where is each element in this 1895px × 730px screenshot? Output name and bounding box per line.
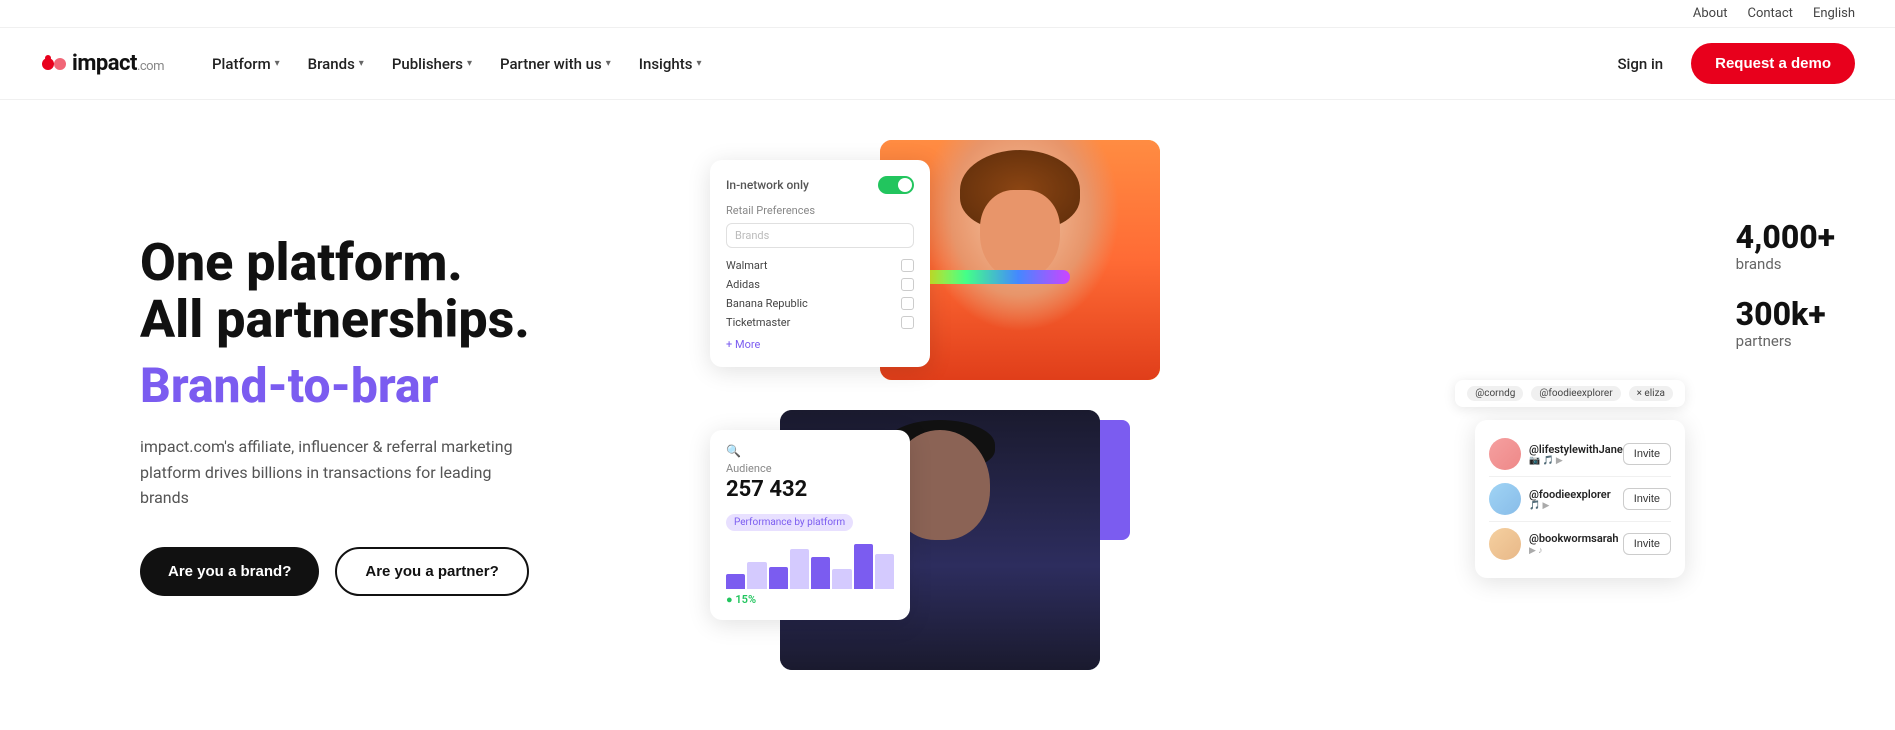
performance-badge: Performance by platform — [726, 514, 853, 531]
nav-publishers[interactable]: Publishers ▾ — [380, 47, 484, 81]
partner-chevron-icon: ▾ — [606, 58, 611, 69]
social-icons-3: ▶ ♪ — [1529, 545, 1623, 556]
chart-bar-1 — [726, 574, 745, 589]
analytics-card: 🔍 Audience 257 432 Performance by platfo… — [710, 430, 910, 620]
social-icons-2: 🎵 ▶ — [1529, 501, 1623, 511]
partners-number: 300k+ — [1736, 297, 1835, 332]
nav-brands[interactable]: Brands ▾ — [296, 47, 376, 81]
avatar-2 — [1489, 483, 1521, 515]
request-demo-button[interactable]: Request a demo — [1691, 43, 1855, 84]
stat-brands: 4,000+ brands — [1736, 220, 1835, 273]
retail-card-header: In-network only — [726, 176, 914, 194]
nav-platform[interactable]: Platform ▾ — [200, 47, 292, 81]
social-icons-1: 📷 🎵 ▶ — [1529, 456, 1623, 466]
top-bar: About Contact English — [0, 0, 1895, 28]
sign-in-button[interactable]: Sign in — [1605, 47, 1675, 81]
stat-partners: 300k+ partners — [1736, 297, 1835, 350]
network-toggle[interactable] — [878, 176, 914, 194]
stats-panel: 4,000+ brands 300k+ partners — [1736, 220, 1835, 350]
invite-button-3[interactable]: Invite — [1623, 533, 1671, 555]
social-tags-bar: @corndg @foodieexplorer × eliza — [1455, 380, 1685, 407]
social-name-1: @lifestylewithJane — [1529, 443, 1623, 456]
social-row-3: @bookwormsarah ▶ ♪ Invite — [1489, 522, 1671, 566]
social-row-2: @foodieexplorer 🎵 ▶ Invite — [1489, 477, 1671, 522]
chart-bar-6 — [832, 569, 851, 589]
retail-row-ticketmaster: Ticketmaster — [726, 313, 914, 332]
social-info-1: @lifestylewithJane 📷 🎵 ▶ — [1529, 443, 1623, 466]
chart-bar-5 — [811, 557, 830, 590]
analytics-percent: ● 15% — [726, 593, 894, 606]
publishers-chevron-icon: ▾ — [467, 58, 472, 69]
hero-section: One platform. All partnerships. Brand-to… — [0, 100, 1895, 730]
search-icon: 🔍 — [726, 444, 894, 458]
social-tag-2[interactable]: @foodieexplorer — [1531, 386, 1620, 401]
retail-row-adidas: Adidas — [726, 275, 914, 294]
audience-number: 257 432 — [726, 477, 894, 502]
chart-bar-7 — [854, 544, 873, 589]
retail-row-banana: Banana Republic — [726, 294, 914, 313]
banana-checkbox[interactable] — [901, 297, 914, 310]
social-tag-3[interactable]: × eliza — [1629, 386, 1673, 401]
avatar-3 — [1489, 528, 1521, 560]
brands-label: brands — [1736, 255, 1835, 273]
walmart-checkbox[interactable] — [901, 259, 914, 272]
nav-right: Sign in Request a demo — [1605, 43, 1855, 84]
social-name-3: @bookwormsarah — [1529, 532, 1623, 545]
topbar-language[interactable]: English — [1813, 6, 1855, 21]
partner-button[interactable]: Are you a partner? — [335, 547, 528, 596]
invite-button-1[interactable]: Invite — [1623, 443, 1671, 465]
social-info-2: @foodieexplorer 🎵 ▶ — [1529, 488, 1623, 511]
topbar-about[interactable]: About — [1693, 6, 1728, 21]
social-name-2: @foodieexplorer — [1529, 488, 1623, 501]
hero-description: impact.com's affiliate, influencer & ref… — [140, 434, 520, 511]
retail-toggle-label: In-network only — [726, 178, 809, 192]
brand-button[interactable]: Are you a brand? — [140, 547, 319, 596]
ticketmaster-checkbox[interactable] — [901, 316, 914, 329]
audience-label: Audience — [726, 462, 894, 475]
chart-bar-2 — [747, 562, 766, 590]
nav-insights[interactable]: Insights ▾ — [627, 47, 714, 81]
avatar-1 — [1489, 438, 1521, 470]
brands-input[interactable]: Brands — [726, 223, 914, 248]
logo-text: impact.com — [72, 53, 164, 75]
hero-left: One platform. All partnerships. Brand-to… — [140, 234, 640, 596]
hero-right: 4,000+ brands 300k+ partners In-network … — [680, 140, 1855, 690]
woman-face — [980, 190, 1060, 280]
hero-title: One platform. All partnerships. — [140, 234, 640, 348]
nav-items: Platform ▾ Brands ▾ Publishers ▾ Partner… — [200, 47, 1605, 81]
chart-bar-3 — [769, 567, 788, 590]
hero-buttons: Are you a brand? Are you a partner? — [140, 547, 640, 596]
nav-partner[interactable]: Partner with us ▾ — [488, 47, 623, 81]
navbar: impact.com Platform ▾ Brands ▾ Publisher… — [0, 28, 1895, 100]
invite-button-2[interactable]: Invite — [1623, 488, 1671, 510]
chart-bar-8 — [875, 554, 894, 589]
adidas-checkbox[interactable] — [901, 278, 914, 291]
retail-card: In-network only Retail Preferences Brand… — [710, 160, 930, 367]
retail-row-walmart: Walmart — [726, 256, 914, 275]
social-invite-card: @lifestylewithJane 📷 🎵 ▶ Invite @foodiee… — [1475, 420, 1685, 578]
social-info-3: @bookwormsarah ▶ ♪ — [1529, 532, 1623, 556]
social-tag-1[interactable]: @corndg — [1467, 386, 1523, 401]
brands-chevron-icon: ▾ — [359, 58, 364, 69]
insights-chevron-icon: ▾ — [696, 58, 701, 69]
retail-more-link[interactable]: + More — [726, 338, 914, 351]
platform-chevron-icon: ▾ — [275, 58, 280, 69]
analytics-chart — [726, 539, 894, 589]
hero-animated-text: Brand-to-brar — [140, 357, 640, 415]
social-row-1: @lifestylewithJane 📷 🎵 ▶ Invite — [1489, 432, 1671, 477]
brands-number: 4,000+ — [1736, 220, 1835, 255]
topbar-contact[interactable]: Contact — [1748, 6, 1793, 21]
partners-label: partners — [1736, 332, 1835, 350]
retail-section-label: Retail Preferences — [726, 204, 914, 217]
logo[interactable]: impact.com — [40, 50, 164, 78]
chart-bar-4 — [790, 549, 809, 589]
